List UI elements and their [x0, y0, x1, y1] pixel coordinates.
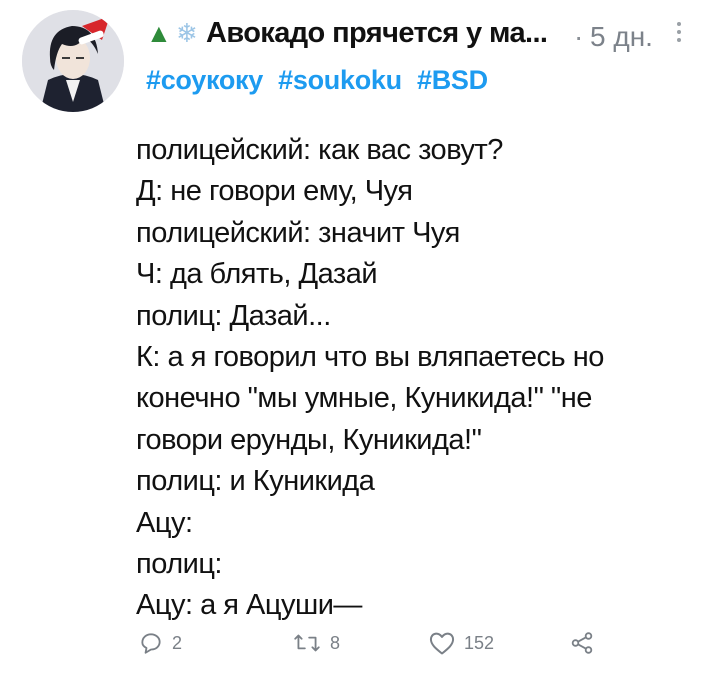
tweet-text: полицейский: как вас зовут? Д: не говори…: [136, 130, 696, 627]
author-line[interactable]: ▲ ❄ Авокадо прячется у ма...: [146, 16, 548, 50]
hashtag-link[interactable]: #BSD: [417, 65, 488, 95]
christmas-tree-icon: ▲: [146, 18, 172, 48]
more-options-icon[interactable]: [674, 18, 684, 46]
avatar-image: [22, 10, 124, 112]
text-line: Ацу:: [136, 506, 193, 539]
snowflake-icon: ❄: [176, 18, 198, 48]
like-count: 152: [464, 632, 495, 653]
reply-count: 2: [172, 632, 183, 653]
retweet-icon: [294, 634, 320, 652]
text-line: К: а я говорил что вы вляпаетесь но: [136, 341, 604, 374]
text-line: Ч: да блять, Дазай: [136, 258, 378, 291]
text-line: полиц: Дазай...: [136, 299, 331, 332]
text-line: конечно "мы умные, Куникида!" "не: [136, 382, 592, 415]
text-line: Д: не говори ему, Чуя: [136, 175, 413, 208]
text-line: Ацу: а я Ацуши—: [136, 589, 362, 622]
tweet-actions: 2 8 152: [0, 630, 720, 670]
hashtag-link[interactable]: #soukoku: [278, 65, 402, 95]
avatar[interactable]: [22, 10, 124, 112]
text-line: полицейский: как вас зовут?: [136, 134, 503, 166]
reply-button[interactable]: 2: [138, 630, 182, 656]
tweet-timestamp[interactable]: 5 дн.: [590, 20, 653, 54]
hashtag-line: #соукоку #soukoku #BSD: [146, 64, 496, 96]
author-display-name[interactable]: Авокадо прячется у ма...: [206, 16, 548, 50]
reply-icon: [141, 633, 161, 654]
share-button[interactable]: [568, 630, 596, 656]
text-line: полицейский: значит Чуя: [136, 216, 460, 249]
text-line: полиц: и Куникида: [136, 465, 375, 498]
retweet-count: 8: [330, 632, 341, 653]
text-line: говори ерунды, Куникида!": [136, 423, 482, 456]
tweet-header: ▲ ❄ Авокадо прячется у ма... · 5 дн. #со…: [146, 12, 700, 95]
like-button[interactable]: 152: [428, 630, 494, 656]
time-separator: ·: [574, 21, 584, 52]
text-line: полиц:: [136, 548, 222, 581]
retweet-button[interactable]: 8: [292, 630, 340, 656]
hashtag-link[interactable]: #соукоку: [146, 65, 263, 95]
heart-icon: [429, 632, 455, 655]
share-icon: [571, 632, 593, 654]
